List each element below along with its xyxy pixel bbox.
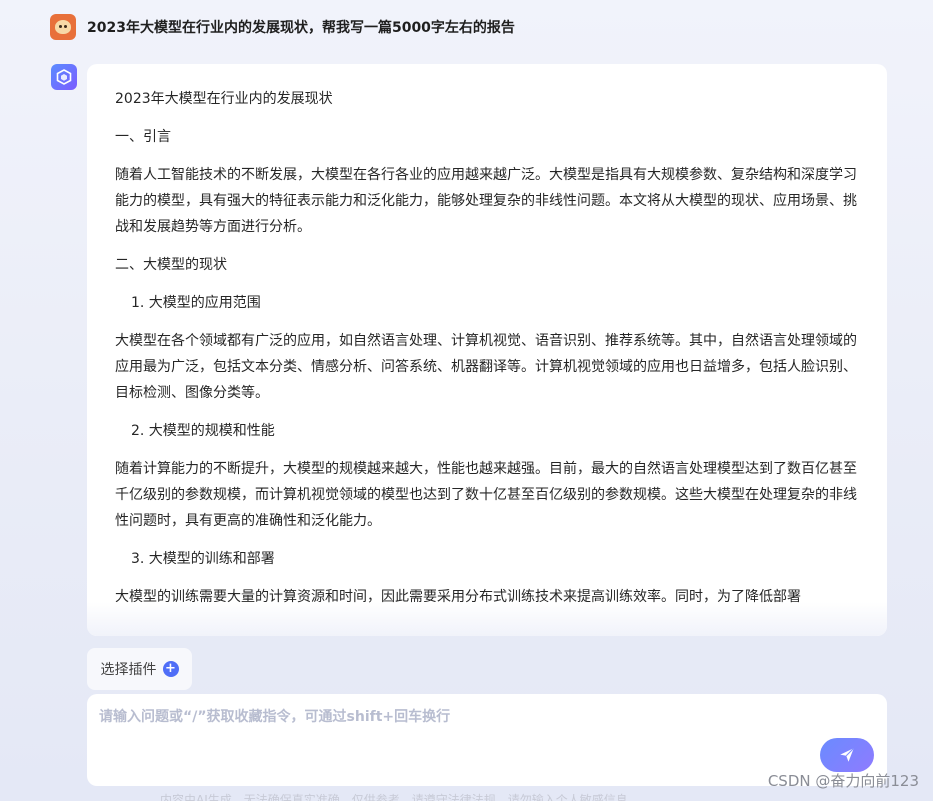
user-message-text: 2023年大模型在行业内的发展现状，帮我写一篇5000字左右的报告	[87, 20, 515, 36]
subsection-heading: 1. 大模型的应用范围	[131, 295, 261, 311]
section-heading: 二、大模型的现状	[115, 257, 227, 273]
answer-paragraph: 大模型在各个领域都有广泛的应用，如自然语言处理、计算机视觉、语音识别、推荐系统等…	[115, 333, 857, 401]
scroll-fade-overlay	[87, 602, 887, 636]
ai-disclaimer: 内容由AI生成，无法确保真实准确，仅供参考，请遵守法律法规，请勿输入个人敏感信息	[160, 793, 628, 801]
answer-content: 2023年大模型在行业内的发展现状 一、引言 随着人工智能技术的不断发展，大模型…	[87, 64, 887, 610]
user-message-row: 2023年大模型在行业内的发展现状，帮我写一篇5000字左右的报告	[50, 13, 515, 41]
subsection-heading: 3. 大模型的训练和部署	[131, 551, 275, 567]
chat-input[interactable]	[99, 706, 799, 766]
cube-logo-icon	[51, 64, 77, 90]
answer-card: 2023年大模型在行业内的发展现状 一、引言 随着人工智能技术的不断发展，大模型…	[87, 64, 887, 636]
send-button[interactable]	[820, 738, 874, 772]
lion-avatar-icon	[50, 14, 76, 40]
answer-paragraph: 随着人工智能技术的不断发展，大模型在各行各业的应用越来越广泛。大模型是指具有大规…	[115, 167, 857, 235]
paper-plane-icon	[840, 747, 855, 762]
select-plugin-button[interactable]: 选择插件 +	[87, 648, 192, 690]
csdn-watermark: CSDN @奋力向前123	[767, 772, 919, 790]
subsection-heading: 2. 大模型的规模和性能	[131, 423, 275, 439]
answer-title: 2023年大模型在行业内的发展现状	[115, 91, 333, 107]
answer-paragraph: 随着计算能力的不断提升，大模型的规模越来越大，性能也越来越强。目前，最大的自然语…	[115, 461, 857, 529]
plugin-button-label: 选择插件	[100, 662, 157, 678]
section-heading: 一、引言	[115, 129, 171, 145]
plus-circle-icon: +	[162, 661, 179, 677]
